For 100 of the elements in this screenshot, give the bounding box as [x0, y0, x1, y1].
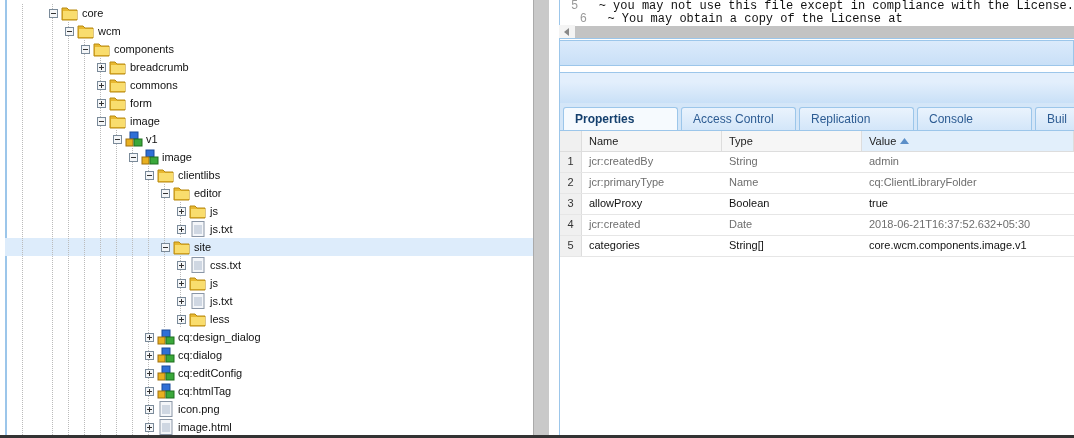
collapse-icon[interactable]	[161, 242, 170, 252]
node-label[interactable]: breadcrumb	[130, 61, 189, 73]
cubes-icon	[157, 329, 175, 345]
table-cell-text: jcr:created	[587, 217, 642, 232]
node-label[interactable]: image	[162, 151, 192, 163]
table-cell-text: categories	[588, 238, 641, 253]
row-number: 2	[560, 173, 582, 193]
node-label[interactable]: less	[210, 313, 230, 325]
expand-icon[interactable]	[145, 350, 154, 360]
table-cell-text: core.wcm.components.image.v1	[868, 238, 1028, 253]
folder-icon	[157, 167, 175, 183]
node-label[interactable]: image.html	[178, 421, 232, 433]
tab[interactable]: Console	[917, 107, 1032, 130]
table-cell-text: jcr:createdBy	[587, 154, 655, 169]
sort-ascending-icon	[900, 138, 910, 144]
node-label[interactable]: cq:htmlTag	[178, 385, 232, 397]
node-label[interactable]: cq:dialog	[178, 349, 223, 361]
folder-icon	[189, 311, 207, 327]
tab[interactable]: Buil	[1035, 107, 1074, 130]
node-label[interactable]: site	[194, 241, 212, 253]
code-line: ~ You may obtain a copy of the License at	[606, 13, 903, 25]
folder-icon	[109, 77, 127, 93]
expand-icon[interactable]	[145, 332, 154, 342]
node-label[interactable]: js.txt	[210, 295, 233, 307]
row-number: 4	[560, 215, 582, 235]
expand-icon[interactable]	[177, 260, 186, 270]
folder-icon	[61, 5, 79, 21]
expand-icon[interactable]	[145, 368, 154, 378]
collapse-icon[interactable]	[65, 26, 74, 36]
tab[interactable]: Replication	[799, 107, 914, 130]
expand-icon[interactable]	[97, 80, 106, 90]
node-label[interactable]: css.txt	[210, 259, 242, 271]
line-number: 6	[578, 13, 588, 25]
expand-icon[interactable]	[177, 278, 186, 288]
row-number: 1	[560, 152, 582, 172]
row-number: 5	[560, 236, 582, 256]
node-label[interactable]: v1	[146, 133, 158, 145]
cubes-icon	[125, 131, 143, 147]
node-label[interactable]: components	[114, 43, 174, 55]
collapse-icon[interactable]	[97, 116, 106, 126]
table-cell-text: String	[728, 154, 759, 169]
collapse-icon[interactable]	[49, 8, 58, 18]
column-header[interactable]: Value	[862, 131, 1074, 151]
collapse-icon[interactable]	[161, 188, 170, 198]
table-cell-text: allowProxy	[588, 196, 644, 211]
expand-icon[interactable]	[145, 404, 154, 414]
expand-icon[interactable]	[177, 296, 186, 306]
folder-icon	[173, 185, 191, 201]
file-icon	[157, 419, 175, 435]
node-label[interactable]: icon.png	[178, 403, 220, 415]
table-cell-text: jcr:primaryType	[587, 175, 666, 190]
table-cell-text: admin	[868, 154, 900, 169]
node-label[interactable]: image	[130, 115, 160, 127]
line-number: 5	[570, 0, 580, 13]
tab[interactable]: Properties	[563, 107, 678, 130]
tab[interactable]: Access Control	[681, 107, 796, 130]
node-label[interactable]: js	[210, 205, 218, 217]
file-icon	[157, 401, 175, 417]
folder-icon	[173, 239, 191, 255]
file-icon	[189, 257, 207, 273]
table-cell-text: cq:ClientLibraryFolder	[868, 175, 978, 190]
selected-row-highlight[interactable]: site	[5, 238, 533, 256]
folder-icon	[93, 41, 111, 57]
table-cell-text: Name	[728, 175, 760, 190]
node-label[interactable]: js	[210, 277, 218, 289]
folder-icon	[109, 95, 127, 111]
cubes-icon	[157, 347, 175, 363]
collapse-icon[interactable]	[129, 152, 138, 162]
expand-icon[interactable]	[97, 62, 106, 72]
expand-icon[interactable]	[145, 386, 154, 396]
node-label[interactable]: cq:design_dialog	[178, 331, 261, 343]
collapse-icon[interactable]	[145, 170, 154, 180]
expand-icon[interactable]	[145, 422, 154, 432]
column-header[interactable]: Name	[582, 131, 722, 151]
scrollbar[interactable]	[533, 0, 549, 435]
node-label[interactable]: commons	[130, 79, 178, 91]
table-cell-text: String[]	[728, 238, 765, 253]
folder-icon	[109, 59, 127, 75]
node-label[interactable]: clientlibs	[178, 169, 221, 181]
node-label[interactable]: wcm	[98, 25, 121, 37]
cubes-icon	[157, 383, 175, 399]
node-label[interactable]: form	[130, 97, 152, 109]
cubes-icon	[141, 149, 159, 165]
node-label[interactable]: js.txt	[210, 223, 233, 235]
cubes-icon	[157, 365, 175, 381]
file-icon	[189, 221, 207, 237]
collapse-icon[interactable]	[81, 44, 90, 54]
expand-icon[interactable]	[177, 206, 186, 216]
node-label[interactable]: editor	[194, 187, 222, 199]
scroll-left-icon[interactable]	[563, 26, 571, 37]
expand-icon[interactable]	[177, 224, 186, 234]
table-cell-text: Date	[728, 217, 754, 232]
collapse-icon[interactable]	[113, 134, 122, 144]
folder-icon	[189, 203, 207, 219]
node-label[interactable]: cq:editConfig	[178, 367, 243, 379]
node-label[interactable]: core	[82, 7, 104, 19]
table-cell-text: true	[868, 196, 889, 211]
file-icon	[189, 293, 207, 309]
expand-icon[interactable]	[97, 98, 106, 108]
expand-icon[interactable]	[177, 314, 186, 324]
